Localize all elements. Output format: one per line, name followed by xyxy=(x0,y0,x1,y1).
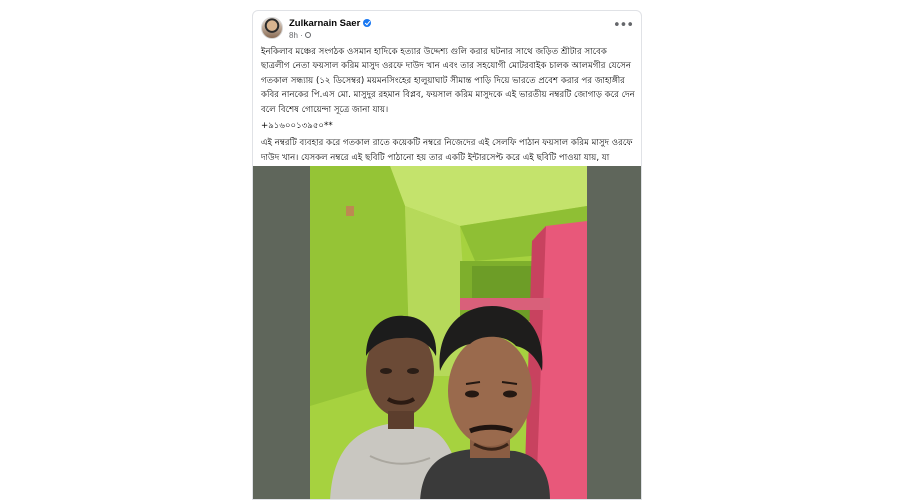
facebook-feed-page: Zulkarnain Saer 8h · ••• ইনকিলাব মঞ্চের … xyxy=(0,0,900,500)
author-avatar[interactable] xyxy=(261,17,283,39)
selfie-photo[interactable] xyxy=(310,166,587,499)
post-phone-number: +৯১৬০০১৩৯৫০** xyxy=(261,121,333,132)
post-paragraph-1: ইনকিলাব মঞ্চের সংগঠক ওসমান হাদিকে হত্যার… xyxy=(261,47,635,115)
post-body: ইনকিলাব মঞ্চের সংগঠক ওসমান হাদিকে হত্যার… xyxy=(261,45,637,180)
post-header: Zulkarnain Saer 8h · ••• xyxy=(253,11,641,45)
post-card: Zulkarnain Saer 8h · ••• ইনকিলাব মঞ্চের … xyxy=(252,10,642,500)
verified-badge-icon xyxy=(363,19,372,27)
more-options-button[interactable]: ••• xyxy=(613,18,634,33)
post-media[interactable] xyxy=(253,166,641,499)
post-timestamp[interactable]: 8h · xyxy=(289,31,303,40)
more-horizontal-icon: ••• xyxy=(613,18,634,33)
post-meta: 8h · xyxy=(289,30,311,40)
author-name[interactable]: Zulkarnain Saer xyxy=(289,18,360,29)
globe-icon xyxy=(304,32,311,38)
author-row: Zulkarnain Saer xyxy=(289,16,372,30)
